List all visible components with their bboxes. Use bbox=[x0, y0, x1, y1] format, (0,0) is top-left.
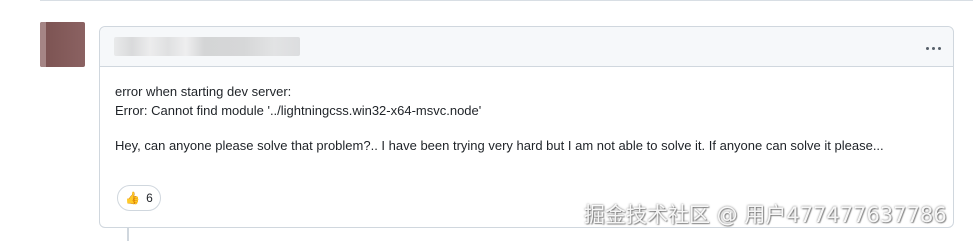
watermark: 掘金技术社区 @ 用户477477637786 bbox=[584, 203, 947, 227]
more-options-button[interactable] bbox=[921, 35, 945, 57]
discussion-page: error when starting dev server: Error: C… bbox=[0, 0, 973, 241]
comment-body: error when starting dev server: Error: C… bbox=[115, 82, 940, 155]
error-line-2: Error: Cannot find module '../lightningc… bbox=[115, 103, 482, 118]
comment-header bbox=[100, 27, 953, 67]
avatar[interactable] bbox=[40, 22, 85, 67]
error-line-1: error when starting dev server: bbox=[115, 84, 292, 99]
top-divider bbox=[40, 0, 973, 1]
thumbs-up-icon: 👍 bbox=[125, 191, 141, 205]
kebab-horizontal-icon bbox=[924, 37, 942, 55]
question-text: Hey, can anyone please solve that proble… bbox=[115, 138, 884, 153]
reaction-count: 6 bbox=[146, 191, 153, 205]
timeline-connector bbox=[127, 228, 129, 241]
blurred-author-name bbox=[114, 37, 300, 56]
thumbs-up-reaction-button[interactable]: 👍 6 bbox=[117, 185, 161, 211]
comment-card: error when starting dev server: Error: C… bbox=[99, 26, 954, 228]
